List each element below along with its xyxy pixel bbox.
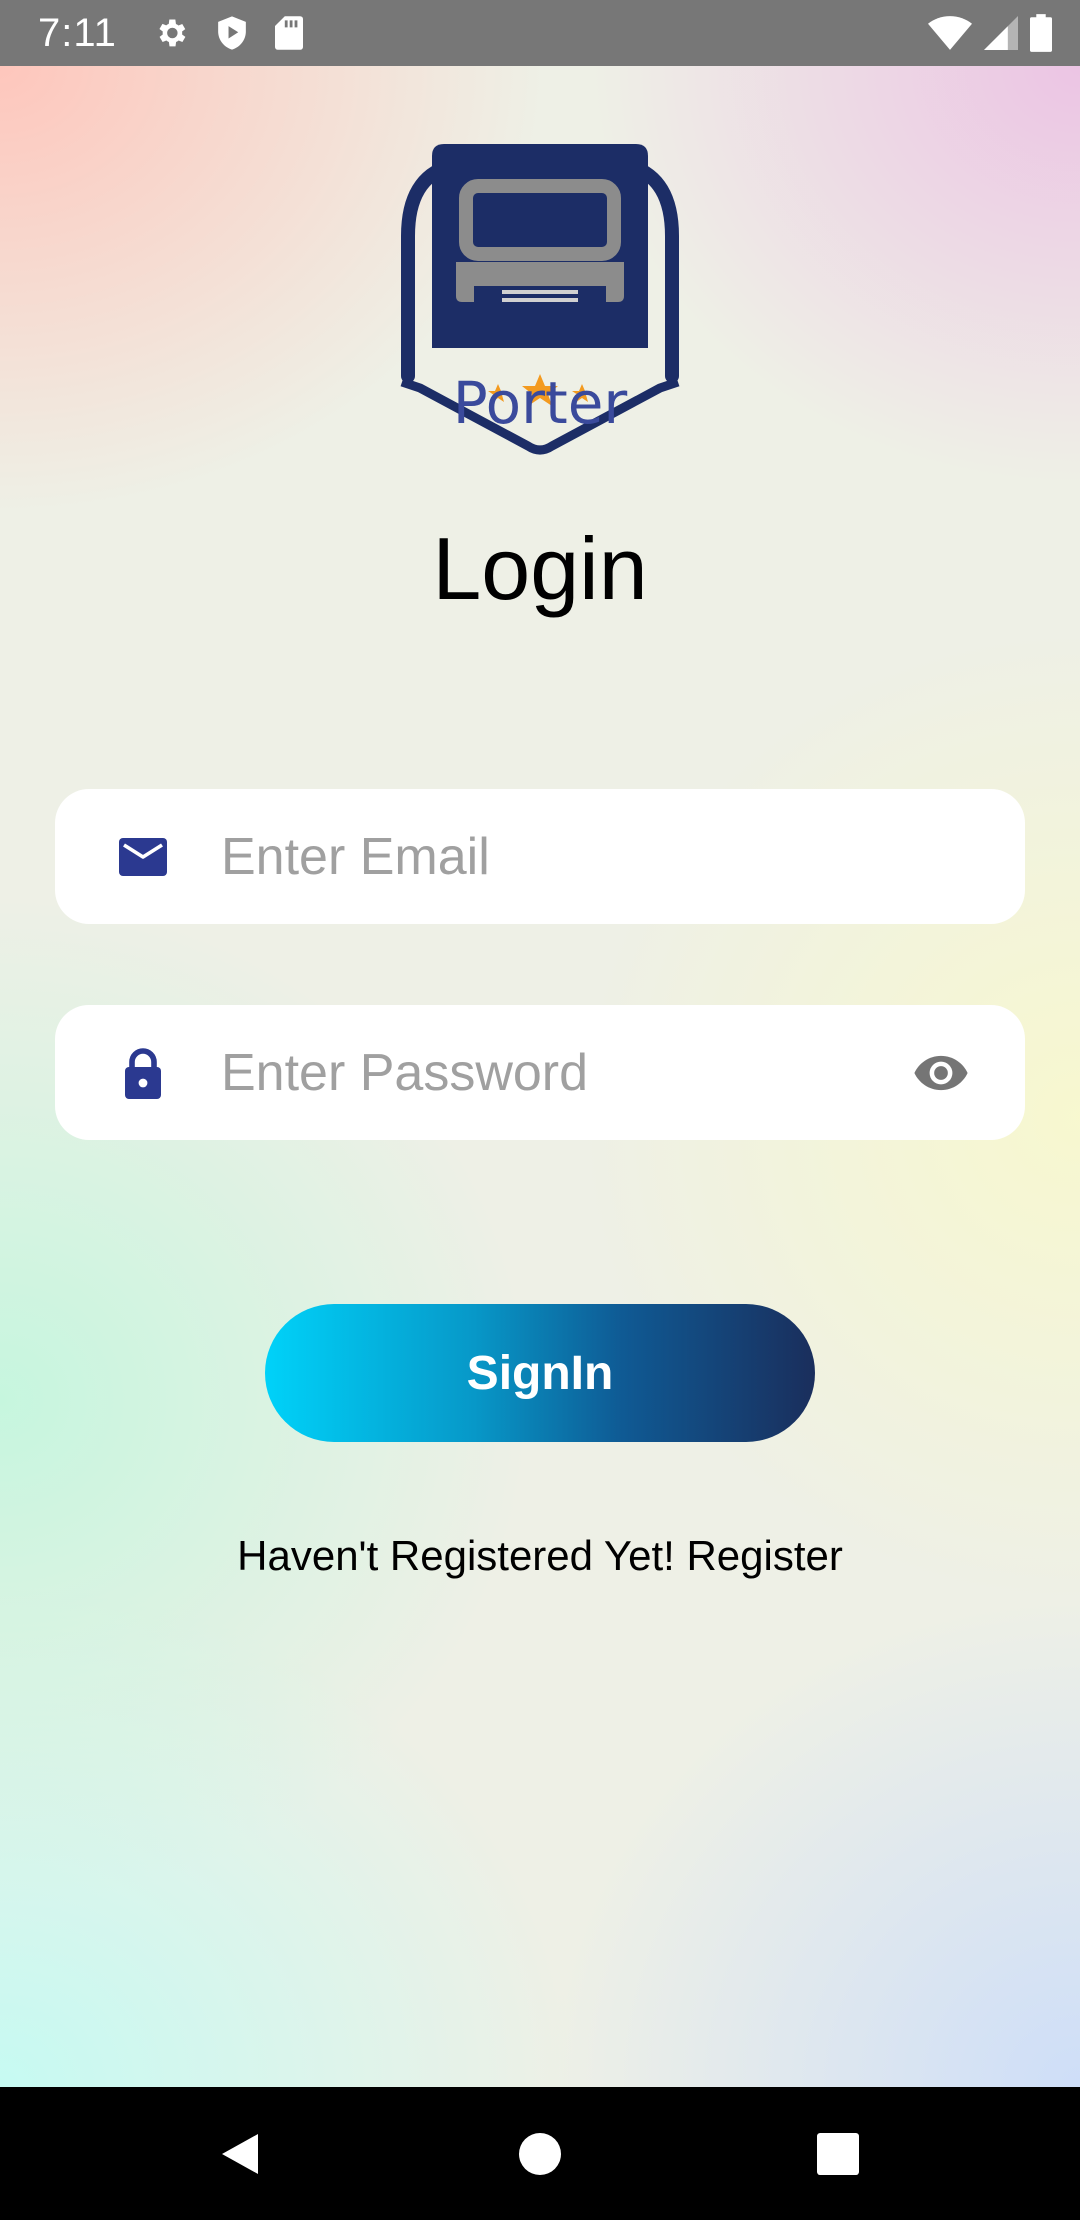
page-title: Login — [432, 519, 648, 618]
password-field[interactable] — [55, 1005, 1025, 1140]
home-icon[interactable] — [480, 2087, 600, 2220]
back-icon[interactable] — [180, 2087, 300, 2220]
navigation-bar — [0, 2087, 1080, 2220]
wifi-icon — [928, 16, 972, 50]
cell-signal-icon — [984, 16, 1018, 50]
signin-button[interactable]: SignIn — [265, 1304, 815, 1442]
logo-brand-text: Porter — [452, 369, 628, 437]
password-input[interactable] — [221, 1005, 885, 1140]
status-bar: 7:11 — [0, 0, 1080, 66]
login-screen: Porter Login SignIn Haven't Registered Y… — [0, 66, 1080, 2087]
shield-play-icon — [215, 15, 249, 51]
mail-icon — [113, 827, 173, 887]
register-link[interactable]: Haven't Registered Yet! Register — [0, 1532, 1080, 1580]
sd-card-icon — [274, 16, 303, 50]
status-icons-left — [153, 15, 303, 51]
eye-icon[interactable] — [909, 1041, 973, 1105]
settings-icon — [153, 15, 189, 51]
email-field[interactable] — [55, 789, 1025, 924]
status-time: 7:11 — [38, 10, 117, 55]
email-input[interactable] — [221, 789, 885, 924]
status-icons-right — [928, 14, 1052, 52]
porter-logo: Porter — [380, 136, 700, 466]
lock-icon — [113, 1043, 173, 1103]
recents-icon[interactable] — [778, 2087, 898, 2220]
battery-icon — [1030, 14, 1052, 52]
